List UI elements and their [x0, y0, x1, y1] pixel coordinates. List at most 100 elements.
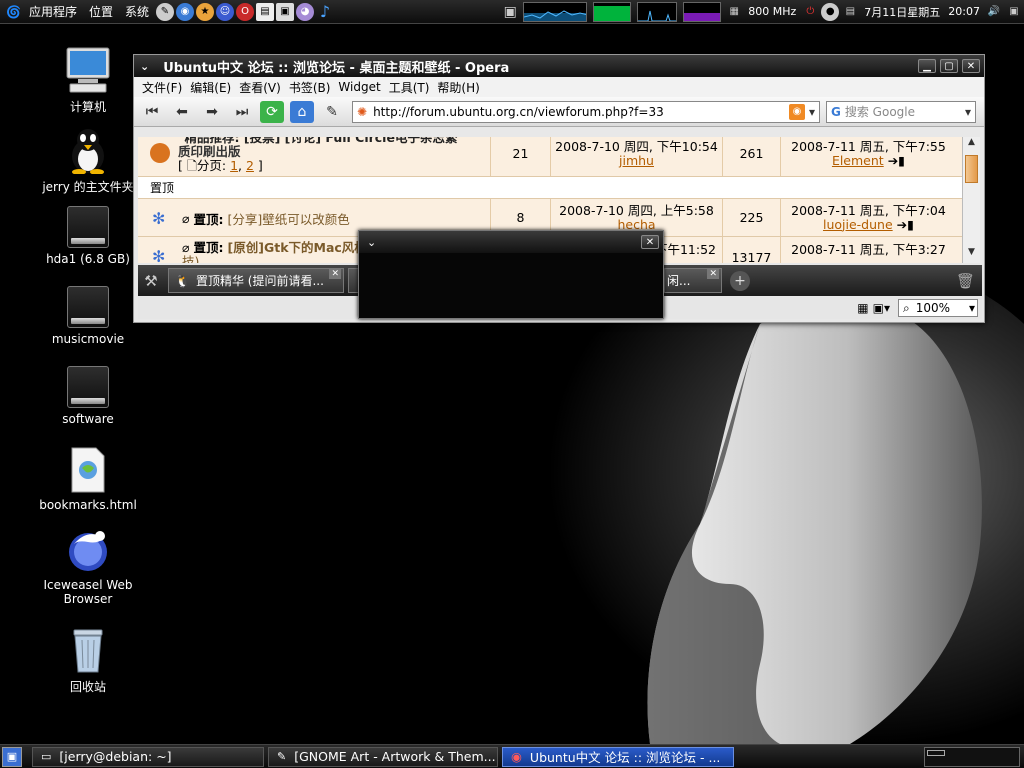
scroll-up-icon[interactable]: ▲ — [963, 137, 980, 153]
search-field[interactable]: G 搜索 Google ▾ — [826, 100, 976, 123]
rewind-icon[interactable]: ⏮ — [140, 101, 164, 123]
launcher-iceweasel-icon[interactable]: ☺ — [216, 2, 234, 21]
menu-tools[interactable]: 工具(T) — [389, 79, 430, 96]
edit-icon[interactable]: ✎ — [320, 101, 344, 123]
launcher-arrow-icon[interactable]: ✎ — [156, 2, 174, 21]
desktop-icon-computer[interactable]: 计算机 — [38, 46, 138, 115]
launcher-globe-icon[interactable]: ◉ — [176, 2, 194, 21]
last-post-cell: 2008-7-11 周五, 下午7:04 luojie-dune ➔▮ — [780, 199, 956, 236]
window-titlebar[interactable]: ⌄ Ubuntu中文 论坛 :: 浏览论坛 - 桌面主题和壁纸 - Opera … — [134, 55, 984, 77]
new-tab-icon[interactable]: + — [730, 270, 750, 291]
camera-icon[interactable]: ▣▾ — [873, 301, 890, 315]
system-menu[interactable]: 系统 — [119, 3, 155, 20]
launcher-star-icon[interactable]: ★ — [196, 2, 214, 21]
zoom-icon: ⌕ — [903, 300, 910, 315]
topic-title[interactable]: [原创]Gtk下的Mac风格 — [228, 240, 367, 255]
clock-time[interactable]: 20:07 — [944, 5, 984, 18]
goto-last-post-icon[interactable]: ➔▮ — [897, 217, 914, 232]
menu-help[interactable]: 帮助(H) — [437, 79, 479, 96]
zoom-dropdown-icon[interactable]: ▾ — [969, 301, 977, 315]
menu-file[interactable]: 文件(F) — [142, 79, 182, 96]
views-count: 225 — [722, 199, 780, 236]
desktop-icon-iceweasel[interactable]: Iceweasel Web Browser — [38, 526, 138, 606]
minimize-button[interactable]: ▁ — [918, 59, 936, 73]
desktop-icon-trash[interactable]: 回收站 — [38, 626, 138, 695]
topic-title[interactable]: [分享]壁纸可以改颜色 — [228, 209, 350, 228]
menu-bookmarks[interactable]: 书签(B) — [289, 79, 331, 96]
page-link[interactable]: 2 — [246, 158, 254, 173]
topic-title[interactable]: 质印刷出版 — [178, 145, 488, 159]
network-icon[interactable]: ● — [821, 2, 840, 21]
page-link[interactable]: 1 — [230, 158, 238, 173]
address-input[interactable]: http://forum.ubuntu.org.cn/viewforum.php… — [367, 105, 789, 119]
applications-menu[interactable]: 应用程序 — [23, 3, 83, 20]
forward-icon[interactable]: ➡ — [200, 101, 224, 123]
last-author-link[interactable]: luojie-dune — [823, 217, 893, 232]
vertical-scrollbar[interactable]: ▲ ▼ — [962, 137, 980, 263]
window-menu-icon[interactable]: ⌄ — [140, 60, 149, 73]
author-link[interactable]: jimhu — [619, 153, 654, 168]
tab-close-icon[interactable]: ✕ — [329, 269, 341, 279]
tab-sticky-digest[interactable]: 🐧 置顶精华 (提问前请看... ✕ — [168, 268, 344, 293]
close-button[interactable]: ✕ — [962, 59, 980, 73]
popup-titlebar[interactable]: ⌄ ✕ — [359, 231, 663, 253]
debian-logo-icon[interactable]: 🌀 — [0, 5, 23, 19]
show-desktop-icon[interactable]: ▣ — [2, 746, 22, 767]
forum-row[interactable]: "精品推荐: [投票] [讨论] Full Circle电子杂志繁 质印刷出版 … — [138, 137, 964, 177]
drive-icon — [67, 206, 109, 248]
launcher-opera-icon[interactable]: O — [236, 2, 254, 21]
html-file-icon — [64, 446, 112, 494]
launcher-image-icon[interactable]: ▣ — [276, 2, 294, 21]
zoom-control[interactable]: ⌕ 100% ▾ — [898, 299, 978, 317]
home-icon[interactable]: ⌂ — [290, 100, 314, 123]
launcher-music-icon[interactable]: ♪ — [316, 2, 334, 21]
rss-feed-icon[interactable]: ◉ — [788, 103, 805, 120]
back-icon[interactable]: ⬅ — [170, 101, 194, 123]
menu-widget[interactable]: Widget — [338, 80, 380, 94]
memory-monitor-graph — [593, 1, 632, 22]
launcher-pidgin-icon[interactable]: ◕ — [296, 2, 314, 21]
last-author-link[interactable]: Element — [832, 153, 884, 168]
clock-date[interactable]: 7月11日星期五 — [860, 4, 944, 20]
taskbar-item-terminal[interactable]: ▭ [jerry@debian: ~] — [32, 746, 264, 767]
menu-view[interactable]: 查看(V) — [239, 79, 281, 96]
reload-icon[interactable]: ⟳ — [260, 100, 284, 123]
desktop-icon-hda1[interactable]: hda1 (6.8 GB) — [38, 206, 138, 266]
desktop-icon-bookmarks[interactable]: bookmarks.html — [38, 446, 138, 512]
search-dropdown-icon[interactable]: ▾ — [965, 105, 975, 119]
desktop-icon-home[interactable]: jerry 的主文件夹 — [38, 126, 138, 195]
topic-icon — [150, 143, 170, 163]
scroll-down-icon[interactable]: ▼ — [963, 247, 980, 263]
taskbar-item-gnome-art[interactable]: ✎ [GNOME Art - Artwork & Them... — [268, 746, 498, 767]
address-bar[interactable]: ✺ http://forum.ubuntu.org.cn/viewforum.p… — [352, 100, 820, 123]
power-icon[interactable]: ⏻ — [801, 3, 819, 21]
popup-close-button[interactable]: ✕ — [641, 235, 659, 249]
volume-icon[interactable]: 🔊 — [985, 3, 1003, 21]
screenshot-icon[interactable]: ▣ — [501, 3, 519, 21]
popup-window[interactable]: ⌄ ✕ — [358, 230, 664, 319]
search-input[interactable]: 搜索 Google — [845, 103, 965, 120]
drive-icon — [67, 286, 109, 328]
desktop-icon-software[interactable]: software — [38, 366, 138, 426]
tab-close-icon[interactable]: ✕ — [707, 269, 719, 279]
tools-icon[interactable]: ⚒ — [138, 272, 164, 290]
goto-last-post-icon[interactable]: ➔▮ — [888, 153, 905, 168]
fast-forward-icon[interactable]: ⏭ — [230, 101, 254, 123]
scroll-thumb[interactable] — [965, 155, 978, 183]
workspace-switcher[interactable] — [924, 746, 1020, 767]
desktop-icon-musicmovie[interactable]: musicmovie — [38, 286, 138, 346]
trash-icon — [64, 626, 112, 674]
tab-other[interactable]: 闲... ✕ — [664, 268, 722, 293]
places-menu[interactable]: 位置 — [83, 3, 119, 20]
taskbar-item-opera[interactable]: ◉ Ubuntu中文 论坛 :: 浏览论坛 - ... — [502, 746, 734, 767]
workspace-1[interactable] — [927, 749, 945, 756]
maximize-button[interactable]: ▢ — [940, 59, 958, 73]
menu-edit[interactable]: 编辑(E) — [190, 79, 231, 96]
launcher-document-icon[interactable]: ▤ — [256, 2, 274, 21]
popup-menu-icon[interactable]: ⌄ — [367, 236, 376, 249]
panel-toggle-icon[interactable]: ▦ — [857, 301, 868, 315]
desktop-icon-label: software — [62, 412, 114, 426]
address-dropdown-icon[interactable]: ▾ — [809, 105, 819, 119]
trash-tab-icon[interactable]: 🗑 — [956, 272, 982, 290]
panel-screenshot-icon[interactable]: ▣ — [1005, 3, 1023, 21]
